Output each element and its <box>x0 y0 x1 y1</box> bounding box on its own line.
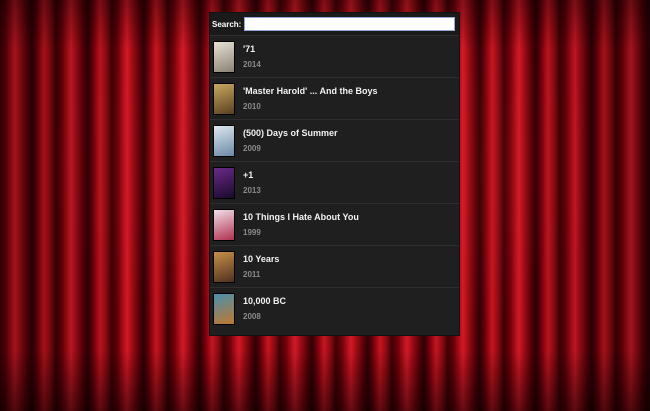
movie-title: (500) Days of Summer <box>243 127 338 138</box>
movie-year: 2014 <box>243 59 261 69</box>
movie-title: 10,000 BC <box>243 295 287 306</box>
movie-title: 10 Years <box>243 253 280 264</box>
movie-list-item[interactable]: 'Master Harold' ... And the Boys 2010 <box>210 77 459 119</box>
movie-poster <box>213 82 235 115</box>
movie-list-item[interactable]: 10 Things I Hate About You 1999 <box>210 203 459 245</box>
movie-browser-panel: Search: '71 2014 'Master Harold' ... And… <box>209 12 460 336</box>
movie-year: 2013 <box>243 185 261 195</box>
movie-list-item[interactable]: '71 2014 <box>210 35 459 77</box>
movie-poster <box>213 166 235 199</box>
movie-title: +1 <box>243 169 254 180</box>
movie-list-item[interactable]: 10 Years 2011 <box>210 245 459 287</box>
movie-list-item[interactable]: (500) Days of Summer 2009 <box>210 119 459 161</box>
search-bar: Search: <box>210 13 459 35</box>
movie-list-item[interactable]: +1 2013 <box>210 161 459 203</box>
movie-poster <box>213 250 235 283</box>
movie-list-item[interactable]: 10,000 BC 2008 <box>210 287 459 329</box>
movie-poster <box>213 292 235 325</box>
movie-year: 1999 <box>243 227 261 237</box>
movie-poster <box>213 40 235 73</box>
movie-year: 2011 <box>243 269 261 279</box>
search-label: Search: <box>212 19 242 29</box>
movie-title: '71 <box>243 43 256 54</box>
movie-year: 2008 <box>243 311 261 321</box>
movie-title: 10 Things I Hate About You <box>243 211 359 222</box>
movie-title: 'Master Harold' ... And the Boys <box>243 85 378 96</box>
movie-year: 2010 <box>243 101 261 111</box>
movie-poster <box>213 124 235 157</box>
movie-year: 2009 <box>243 143 261 153</box>
search-input[interactable] <box>244 17 455 31</box>
movie-poster <box>213 208 235 241</box>
